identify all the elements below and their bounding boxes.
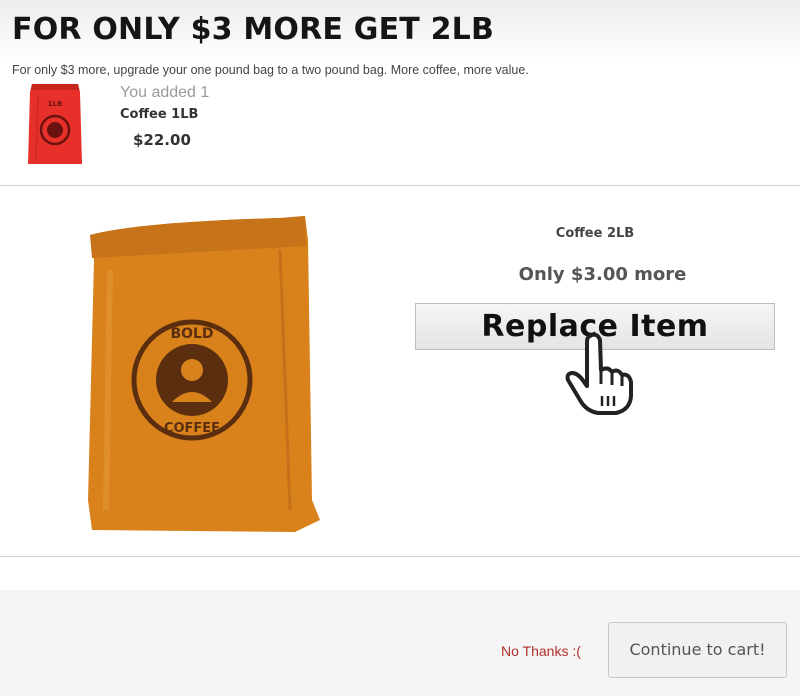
added-count-label: You added 1 (120, 84, 210, 101)
page-title: FOR ONLY $3 MORE GET 2LB (12, 12, 495, 47)
logo-bottom-text: COFFEE (164, 421, 220, 436)
hand-pointer-icon (565, 332, 633, 415)
continue-to-cart-button[interactable]: Continue to cart! (608, 622, 787, 678)
bag-size-label: 1LB (48, 100, 63, 108)
offer-item-name: Coffee 2LB (555, 226, 635, 241)
added-item-name: Coffee 1LB (120, 107, 199, 122)
offer-item-image: BOLD COFFEE (88, 216, 320, 532)
no-thanks-link[interactable]: No Thanks :( (501, 643, 581, 659)
page-subtitle: For only $3 more, upgrade your one pound… (12, 63, 529, 77)
divider-bottom (0, 556, 800, 557)
divider-top (0, 185, 800, 186)
added-item-price: $22.00 (133, 131, 191, 149)
offer-price-text: Only $3.00 more (518, 264, 687, 285)
logo-top-text: BOLD (170, 326, 213, 342)
added-item-image: 1LB (28, 84, 82, 164)
